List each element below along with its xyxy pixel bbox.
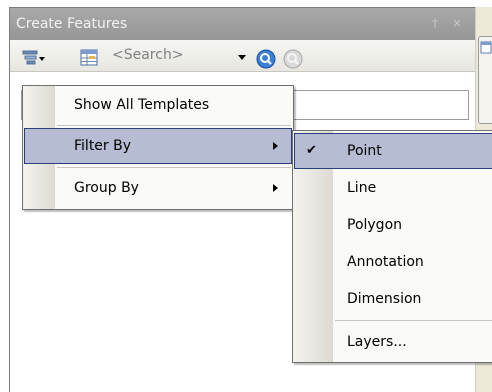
organize-templates-menu: Show All Templates Filter By Group By <box>22 85 294 210</box>
submenu-arrow-icon <box>273 184 278 192</box>
menu-item-label: Dimension <box>347 291 422 307</box>
menu-separator <box>335 320 492 321</box>
search-icon[interactable] <box>255 48 277 70</box>
window-titlebar[interactable]: Create Features † × <box>10 8 476 40</box>
clear-search-icon[interactable] <box>282 48 304 70</box>
menu-item-label: Filter By <box>74 138 132 154</box>
window-title: Create Features <box>16 16 128 32</box>
submenu-item-line[interactable]: Line <box>294 170 492 206</box>
menu-item-filter-by[interactable]: Filter By <box>24 128 292 164</box>
menu-item-show-all-templates[interactable]: Show All Templates <box>24 87 292 123</box>
organize-templates-icon[interactable] <box>22 50 48 68</box>
menu-item-label: Polygon <box>347 217 403 233</box>
checkmark-icon: ✔ <box>306 143 317 158</box>
search-input[interactable]: <Search> <box>112 46 184 64</box>
filter-by-submenu: ✔ Point Line Polygon Annotation Dimensio… <box>292 130 492 363</box>
submenu-item-polygon[interactable]: Polygon <box>294 207 492 243</box>
submenu-item-dimension[interactable]: Dimension <box>294 281 492 317</box>
menu-item-label: Show All Templates <box>74 97 210 113</box>
templates-table-icon[interactable] <box>80 49 100 67</box>
menu-item-label: Group By <box>74 180 139 196</box>
pin-icon[interactable]: † <box>428 15 442 31</box>
menu-item-label: Line <box>347 180 377 196</box>
menu-separator <box>57 125 291 126</box>
catalog-dock-tab[interactable] <box>478 36 492 124</box>
submenu-arrow-icon <box>273 142 278 150</box>
menu-separator <box>57 167 291 168</box>
menu-item-label: Annotation <box>347 254 424 270</box>
search-dropdown-icon[interactable] <box>236 53 248 63</box>
submenu-item-point[interactable]: ✔ Point <box>294 133 492 169</box>
submenu-item-annotation[interactable]: Annotation <box>294 244 492 280</box>
menu-item-group-by[interactable]: Group By <box>24 170 292 206</box>
close-icon[interactable]: × <box>450 15 464 31</box>
submenu-item-layers[interactable]: Layers... <box>294 324 492 360</box>
menu-item-label: Layers... <box>347 334 407 350</box>
menu-item-label: Point <box>347 143 382 159</box>
catalog-icon <box>480 41 492 54</box>
